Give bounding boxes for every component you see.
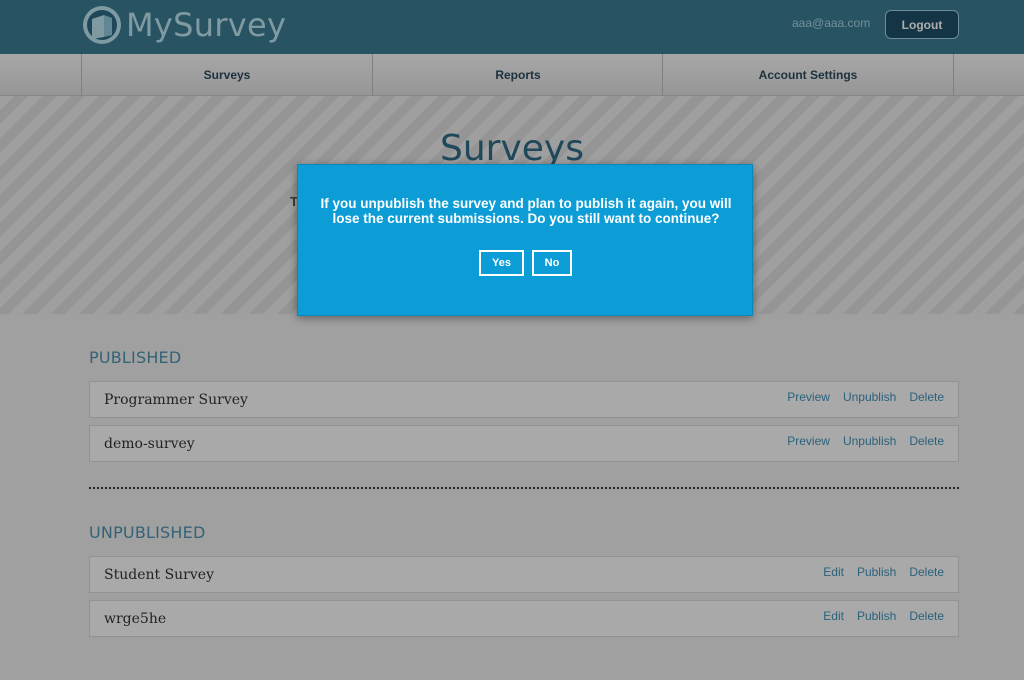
no-button[interactable]: No <box>532 250 572 276</box>
dialog-message: If you unpublish the survey and plan to … <box>320 196 732 226</box>
yes-button[interactable]: Yes <box>479 250 524 276</box>
modal-overlay[interactable] <box>0 0 1024 680</box>
unpublish-confirm-dialog: If you unpublish the survey and plan to … <box>297 164 753 316</box>
